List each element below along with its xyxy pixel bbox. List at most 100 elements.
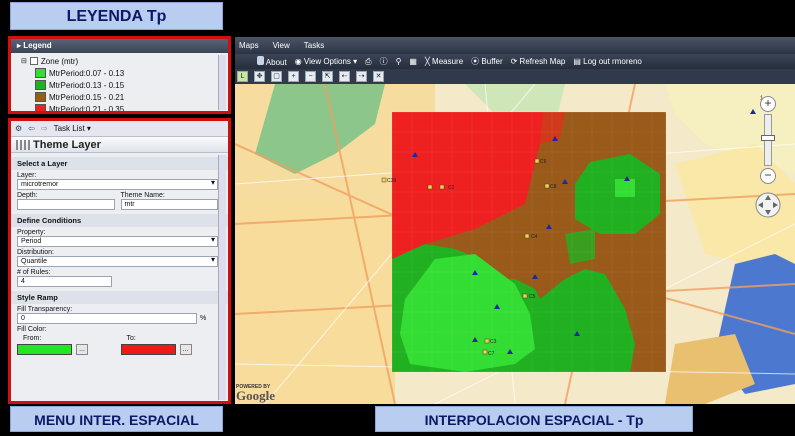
task-list-label: Task List (53, 124, 85, 133)
conditions-section: Define Conditions (11, 214, 228, 227)
select-layer-section: Select a Layer (11, 157, 228, 170)
from-color-swatch[interactable] (17, 344, 72, 355)
next-extent-icon[interactable]: ⇢ (356, 71, 367, 82)
map-view[interactable]: C39 C8 C4 C5 C3 C7 C6 C2 1 (235, 84, 795, 404)
marker-label-c3: C3 (490, 339, 497, 345)
distribution-label: Distribution: (17, 249, 54, 256)
from-label: From: (23, 335, 42, 342)
legend-icon[interactable]: ▦ (409, 57, 417, 66)
menu-view[interactable]: View (273, 41, 290, 50)
map-canvas[interactable]: C39 C8 C4 C5 C3 C7 C6 C2 1 (235, 84, 795, 404)
transparency-label: Fill Transparency: (17, 306, 73, 313)
view-options-label: View Options (303, 57, 351, 66)
task-toolbar: ⚙ ⇦ ⇨ Task List ▾ (11, 121, 228, 137)
about-label: About (265, 58, 287, 67)
legend-item-label: MtrPeriod:0.21 - 0.35 (49, 104, 125, 114)
app-menubar: Maps View Tasks (235, 37, 795, 54)
refresh-map-button[interactable]: ⟳ Refresh Map (511, 57, 566, 66)
view-options-button[interactable]: ◉ View Options ▾ (295, 57, 357, 66)
rules-input[interactable]: 4 (17, 276, 112, 287)
google-wordmark: Google (236, 388, 275, 403)
refresh-label: Refresh Map (519, 57, 566, 66)
transparency-input[interactable]: 0 (17, 313, 197, 324)
identify-icon[interactable]: ⓘ (380, 56, 388, 67)
expand-icon[interactable]: ⊟ (21, 57, 27, 65)
layer-select[interactable]: microtremor (17, 179, 218, 190)
buffer-button[interactable]: ⦿ Buffer (471, 56, 502, 67)
legend-item: MtrPeriod:0.07 - 0.13 (21, 67, 228, 79)
buffer-label: Buffer (481, 57, 503, 66)
zoom-box-icon[interactable]: ▢ (271, 71, 282, 82)
layer-name: Zone (mtr) (40, 56, 79, 66)
full-extent-icon[interactable]: ⇱ (322, 71, 333, 82)
map-zoom-in-button[interactable]: + (760, 96, 776, 112)
menu-tasks[interactable]: Tasks (304, 41, 324, 50)
from-color-row: ... (17, 344, 115, 355)
from-color-picker-button[interactable]: ... (76, 344, 88, 355)
legend-header-label: Legend (23, 41, 52, 50)
menu-maps[interactable]: Maps (239, 41, 259, 50)
zoom-slider-thumb[interactable] (761, 135, 775, 141)
search-icon[interactable]: ⚲ (396, 57, 402, 66)
logout-label: Log out rmoreno (583, 57, 642, 66)
measure-button[interactable]: ╳ Measure (425, 57, 463, 66)
pan-control-icon[interactable] (755, 192, 781, 218)
depth-input[interactable] (17, 199, 115, 210)
theme-layer-header: Theme Layer (11, 137, 228, 153)
legend-item: MtrPeriod:0.15 - 0.21 (21, 91, 228, 103)
legend-swatch-1 (35, 80, 46, 90)
clear-icon[interactable]: ✕ (373, 71, 384, 82)
distribution-select[interactable]: Quantile (17, 256, 218, 267)
to-color-swatch[interactable] (120, 344, 176, 355)
to-color-picker-button[interactable]: ... (179, 344, 192, 355)
zoom-slider[interactable] (761, 114, 775, 166)
zoom-out-icon[interactable]: − (305, 71, 316, 82)
help-icon (257, 56, 264, 65)
legend-item: MtrPeriod:0.21 - 0.35 (21, 103, 228, 114)
marker-label-c8: C8 (550, 184, 557, 190)
transparency-unit: % (200, 315, 207, 322)
marker-label-c7: C7 (488, 351, 495, 357)
menu-scrollbar[interactable] (218, 155, 226, 400)
depth-theme-row: Depth: Theme Name: mtr (17, 190, 218, 210)
buffer-icon: ⦿ (471, 57, 480, 66)
back-arrow-icon[interactable]: ⇦ (28, 124, 35, 133)
marker-label-c4: C4 (531, 234, 538, 240)
legend-toggle-icon[interactable]: L (237, 71, 248, 82)
forward-arrow-icon[interactable]: ⇨ (41, 124, 48, 133)
layer-checkbox[interactable] (29, 57, 38, 65)
legend-header[interactable]: ▸ Legend (11, 39, 228, 53)
print-icon[interactable]: ⎙ (365, 57, 371, 67)
theme-name-input[interactable]: mtr (120, 199, 218, 210)
tasks-icon[interactable]: ⚙ (15, 124, 22, 133)
legend-scrollbar[interactable] (218, 55, 226, 110)
logout-button[interactable]: ▤ Log out rmoreno (573, 57, 642, 66)
legend-tree: ⊟ Zone (mtr) MtrPeriod:0.07 - 0.13 MtrPe… (11, 53, 228, 114)
legend-item-label: MtrPeriod:0.13 - 0.15 (49, 80, 125, 90)
layer-label: Layer: (17, 172, 37, 179)
legend-item: MtrPeriod:0.13 - 0.15 (21, 79, 228, 91)
zoom-in-icon[interactable]: + (288, 71, 299, 82)
marker-label-c5: C5 (529, 294, 536, 300)
measure-label: Measure (432, 57, 464, 66)
panel-title: Theme Layer (33, 139, 101, 151)
previous-extent-icon[interactable]: ⇠ (339, 71, 350, 82)
map-zoom-out-button[interactable]: − (760, 168, 776, 184)
theme-name-label: Theme Name: (120, 192, 165, 199)
legend-layer-row[interactable]: ⊟ Zone (mtr) (21, 55, 228, 67)
map-tools: L ✥ ▢ + − ⇱ ⇠ ⇢ ✕ (235, 69, 795, 84)
property-label: Property: (17, 229, 46, 236)
about-button[interactable]: About (257, 56, 287, 67)
depth-label: Depth: (17, 192, 38, 199)
to-color-row: ... (120, 344, 219, 355)
top-strip (235, 0, 795, 37)
refresh-icon: ⟳ (510, 57, 518, 66)
google-logo: POWERED BY Google (236, 384, 275, 404)
legend-item-label: MtrPeriod:0.15 - 0.21 (49, 92, 125, 102)
property-select[interactable]: Period (17, 236, 218, 247)
collapse-arrow-icon[interactable]: ▸ (17, 41, 21, 50)
pan-icon[interactable]: ✥ (254, 71, 265, 82)
ruler-icon: ╳ (424, 57, 430, 66)
task-list-button[interactable]: Task List ▾ (54, 124, 91, 133)
legend-callout: LEYENDA Tp (10, 2, 223, 30)
